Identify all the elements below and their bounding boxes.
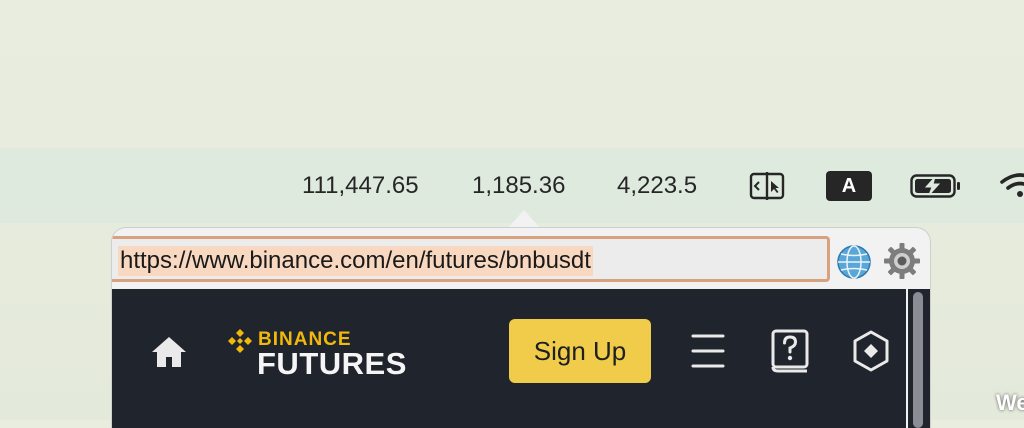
- webpage-view: BINANCE FUTURES Sign Up: [112, 289, 906, 428]
- globe-icon[interactable]: [836, 244, 872, 285]
- battery-charging-icon[interactable]: [910, 174, 962, 203]
- url-field[interactable]: https://www.binance.com/en/futures/bnbus…: [112, 236, 830, 282]
- wifi-icon[interactable]: [1000, 172, 1024, 205]
- desktop-corner-text: We: [996, 390, 1024, 415]
- settings-gear-icon[interactable]: [883, 242, 921, 285]
- price-ticker-3[interactable]: 4,223.5: [617, 148, 697, 223]
- binance-logo-icon[interactable]: [226, 327, 254, 360]
- window-split-icon[interactable]: [749, 172, 785, 205]
- sign-up-button[interactable]: Sign Up: [509, 319, 651, 383]
- scrollbar[interactable]: [908, 289, 930, 428]
- popup-window: https://www.binance.com/en/futures/bnbus…: [112, 228, 930, 428]
- url-text[interactable]: https://www.binance.com/en/futures/bnbus…: [118, 246, 593, 276]
- popup-pointer: [508, 210, 540, 228]
- help-book-icon[interactable]: [770, 329, 810, 378]
- menu-icon[interactable]: [690, 331, 726, 376]
- keyboard-input-icon[interactable]: A: [826, 171, 872, 201]
- home-icon[interactable]: [150, 335, 188, 374]
- price-ticker-1[interactable]: 111,447.65: [302, 148, 419, 223]
- hex-diamond-icon[interactable]: [850, 329, 892, 378]
- scrollbar-thumb[interactable]: [913, 292, 923, 428]
- logo-product-text[interactable]: FUTURES: [257, 346, 407, 382]
